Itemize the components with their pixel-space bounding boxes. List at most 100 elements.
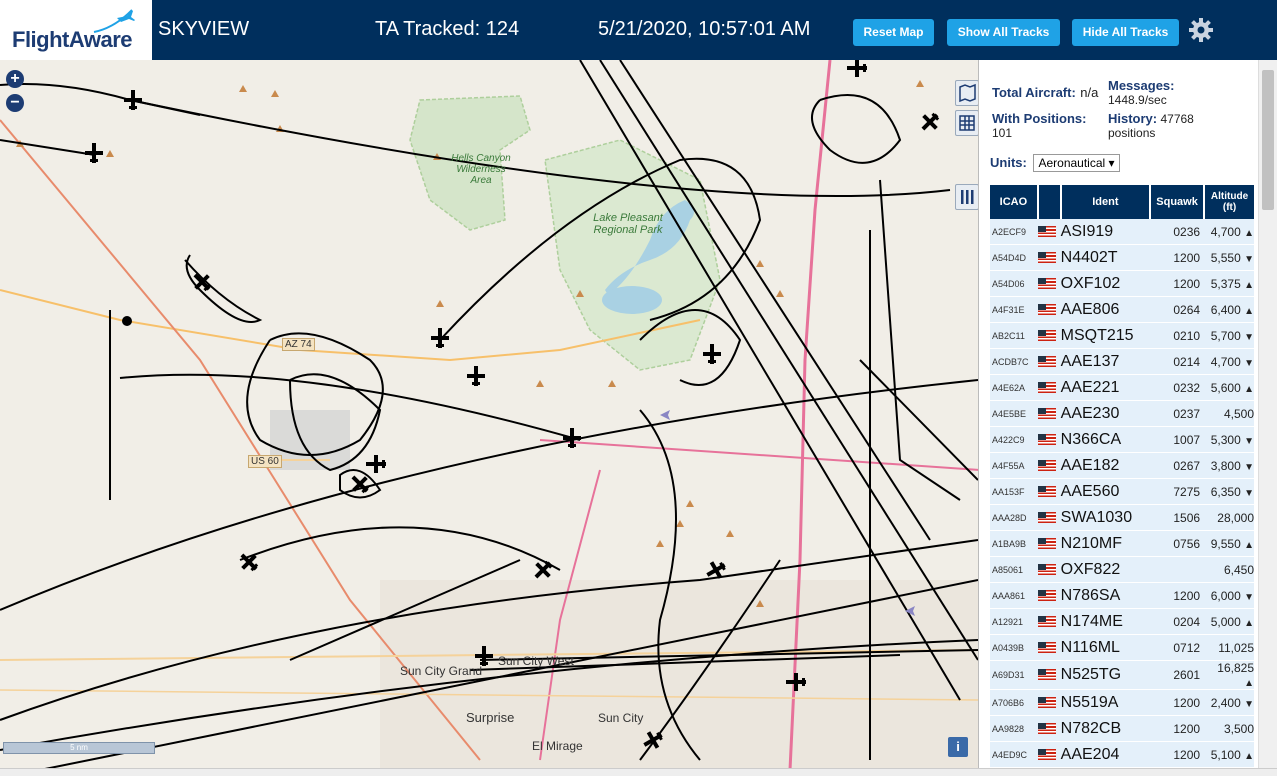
table-row[interactable]: A4E62A AAE221 0232 5,600 ▲ xyxy=(990,374,1254,401)
row-icao: A69D31 xyxy=(990,660,1038,690)
us-flag-icon xyxy=(1037,589,1056,601)
table-row[interactable]: A4E5BE AAE230 0237 4,500 xyxy=(990,400,1254,427)
hide-all-tracks-button[interactable]: Hide All Tracks xyxy=(1072,19,1179,46)
row-altitude-value: 5,300 xyxy=(1210,432,1241,447)
row-trend-icon: ▼ xyxy=(1244,435,1254,447)
row-altitude: 3,500 xyxy=(1204,715,1254,742)
row-flag xyxy=(1037,556,1061,583)
row-squawk: 1200 xyxy=(1150,689,1205,716)
row-altitude-value: 6,350 xyxy=(1210,484,1241,499)
grid-icon xyxy=(959,115,975,131)
us-flag-icon xyxy=(1037,251,1056,263)
row-altitude: 28,000 xyxy=(1204,504,1254,531)
total-aircraft-value: n/a xyxy=(1080,85,1099,100)
row-altitude: 2,400 ▼ xyxy=(1204,689,1254,716)
table-row[interactable]: A4F31E AAE806 0264 6,400 ▲ xyxy=(990,296,1254,323)
reset-map-button[interactable]: Reset Map xyxy=(853,19,934,46)
col-ident[interactable]: Ident xyxy=(1060,185,1152,219)
row-icao: AA153F xyxy=(990,478,1038,505)
row-icao: A422C9 xyxy=(990,426,1038,453)
history-label: History: xyxy=(1108,111,1158,126)
row-altitude: 6,000 ▼ xyxy=(1204,582,1254,609)
row-altitude-value: 16,825 xyxy=(1217,661,1254,675)
col-flag[interactable] xyxy=(1037,185,1062,219)
row-flag xyxy=(1037,296,1061,323)
zoom-out-button[interactable]: − xyxy=(6,94,24,112)
table-row[interactable]: A1BA9B N210MF 0756 9,550 ▲ xyxy=(990,530,1254,557)
flightaware-logo[interactable]: FlightAware xyxy=(0,0,152,60)
row-icao: AA9828 xyxy=(990,715,1038,742)
row-icao: A706B6 xyxy=(990,689,1038,716)
table-row[interactable]: A2ECF9 ASI919 0236 4,700 ▲ xyxy=(990,219,1254,245)
row-altitude: 6,350 ▼ xyxy=(1204,478,1254,505)
gear-icon[interactable] xyxy=(1188,17,1214,43)
table-row[interactable]: A0439B N116ML 0712 11,025 xyxy=(990,634,1254,661)
row-trend-icon: ▲ xyxy=(1244,383,1254,395)
row-altitude: 4,700 ▼ xyxy=(1204,348,1254,375)
table-row[interactable]: AA9828 N782CB 1200 3,500 xyxy=(990,715,1254,742)
row-ident: AAE806 xyxy=(1060,296,1151,323)
table-row[interactable]: AA153F AAE560 7275 6,350 ▼ xyxy=(990,478,1254,505)
row-ident: ASI919 xyxy=(1060,219,1151,245)
table-row[interactable]: AB2C11 MSQT215 0210 5,700 ▼ xyxy=(990,322,1254,349)
row-squawk: 1200 xyxy=(1150,582,1205,609)
map-area[interactable]: + − Hells Canyon Wilderness Area Lake Pl… xyxy=(0,60,978,770)
az74-shield: AZ 74 xyxy=(282,338,315,351)
row-altitude: 5,100 ▲ xyxy=(1204,741,1254,768)
row-altitude-value: 4,500 xyxy=(1223,406,1254,421)
row-squawk: 0236 xyxy=(1150,219,1205,245)
row-ident: OXF822 xyxy=(1060,556,1151,583)
row-altitude-value: 5,100 xyxy=(1210,747,1241,762)
panel-scrollbar[interactable] xyxy=(1258,60,1277,770)
us-flag-icon xyxy=(1037,696,1056,708)
row-icao: A4F31E xyxy=(990,296,1038,323)
table-row[interactable]: A422C9 N366CA 1007 5,300 ▼ xyxy=(990,426,1254,453)
table-row[interactable]: A85061 OXF822 6,450 xyxy=(990,556,1254,583)
row-ident: AAE560 xyxy=(1060,478,1151,505)
table-row[interactable]: AAA861 N786SA 1200 6,000 ▼ xyxy=(990,582,1254,609)
units-row: Units: Aeronautical ▾ xyxy=(990,154,1120,172)
hells-canyon-label: Hells Canyon Wilderness Area xyxy=(451,153,511,186)
us-flag-icon xyxy=(1037,669,1056,681)
row-ident: AAE182 xyxy=(1060,452,1151,479)
us-flag-icon xyxy=(1037,748,1056,760)
row-squawk: 0756 xyxy=(1150,530,1205,557)
units-select[interactable]: Aeronautical ▾ xyxy=(1033,154,1120,172)
column-toggle-button[interactable] xyxy=(955,184,978,210)
table-row[interactable]: A54D06 OXF102 1200 5,375 ▲ xyxy=(990,270,1254,297)
row-icao: AAA861 xyxy=(990,582,1038,609)
row-flag xyxy=(1037,400,1061,427)
show-all-tracks-button[interactable]: Show All Tracks xyxy=(947,19,1060,46)
zoom-in-button[interactable]: + xyxy=(6,70,24,88)
table-row[interactable]: A4F55A AAE182 0267 3,800 ▼ xyxy=(990,452,1254,479)
us-flag-icon xyxy=(1037,563,1056,575)
grid-button[interactable] xyxy=(955,110,978,136)
col-icao[interactable]: ICAO xyxy=(990,185,1039,219)
row-altitude-value: 3,800 xyxy=(1210,458,1241,473)
table-row[interactable]: A54D4D N4402T 1200 5,550 ▼ xyxy=(990,244,1254,271)
row-altitude-value: 6,400 xyxy=(1210,302,1241,317)
row-ident: N786SA xyxy=(1060,582,1151,609)
table-row[interactable]: A4ED9C AAE204 1200 5,100 ▲ xyxy=(990,741,1254,768)
table-row[interactable]: A706B6 N5519A 1200 2,400 ▼ xyxy=(990,689,1254,716)
row-flag xyxy=(1037,322,1061,349)
info-button[interactable]: i xyxy=(948,737,968,757)
row-altitude-value: 5,600 xyxy=(1210,380,1241,395)
map-layer-button[interactable] xyxy=(955,80,978,106)
row-ident: AAE221 xyxy=(1060,374,1151,401)
table-row[interactable]: ACDB7C AAE137 0214 4,700 ▼ xyxy=(990,348,1254,375)
row-icao: A2ECF9 xyxy=(990,219,1038,245)
row-icao: AAA28D xyxy=(990,504,1038,531)
us-flag-icon xyxy=(1037,722,1056,734)
col-altitude[interactable]: Altitude (ft) xyxy=(1204,185,1254,219)
table-row[interactable]: AAA28D SWA1030 1506 28,000 xyxy=(990,504,1254,531)
us-flag-icon xyxy=(1037,537,1056,549)
col-squawk[interactable]: Squawk xyxy=(1150,185,1206,219)
row-trend-icon: ▲ xyxy=(1244,678,1254,689)
table-row[interactable]: A12921 N174ME 0204 5,000 ▲ xyxy=(990,608,1254,635)
scrollbar-thumb[interactable] xyxy=(1262,70,1274,210)
row-icao: AB2C11 xyxy=(990,322,1038,349)
row-squawk xyxy=(1150,556,1205,583)
table-row[interactable]: A69D31 N525TG 2601 16,825 ▲ xyxy=(990,660,1254,690)
us-flag-icon xyxy=(1037,641,1056,653)
